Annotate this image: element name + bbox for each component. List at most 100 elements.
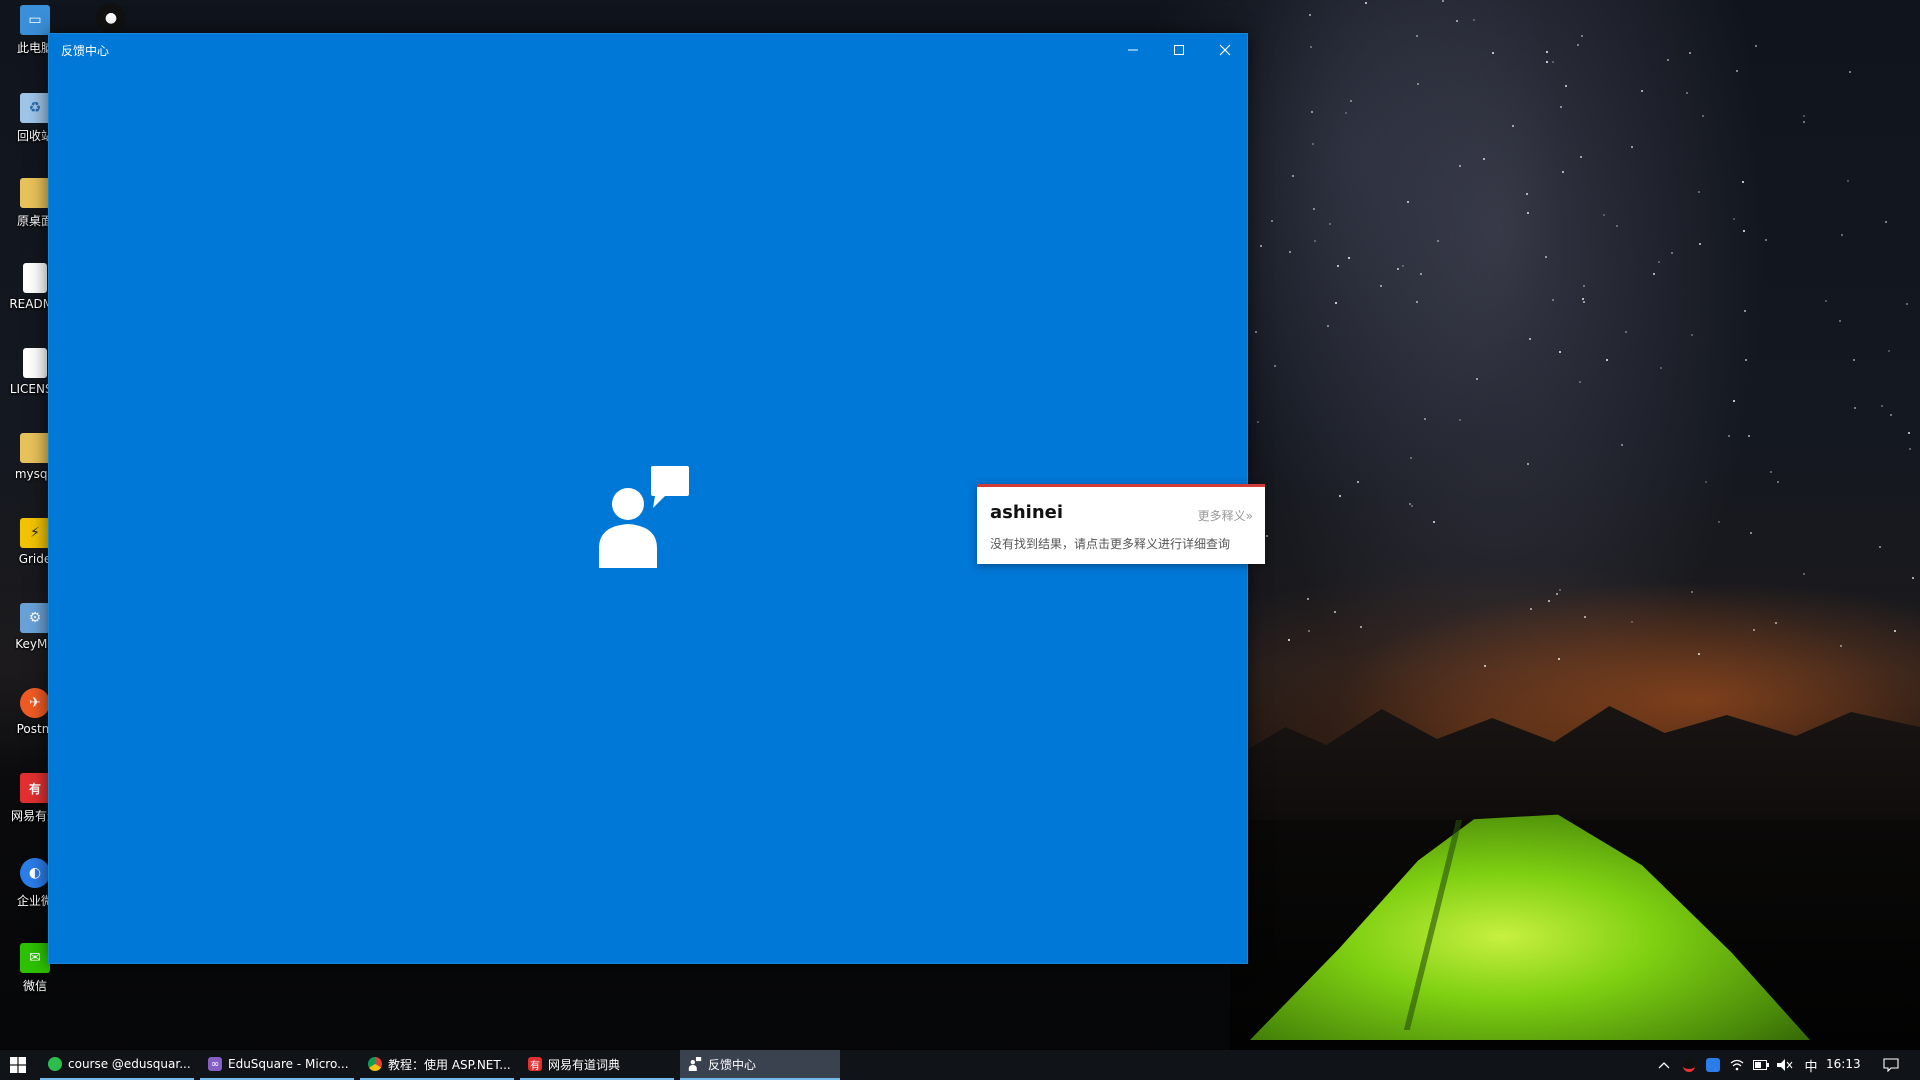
star xyxy=(1313,207,1316,210)
star xyxy=(1397,267,1399,270)
star xyxy=(1666,58,1669,61)
star xyxy=(1338,495,1341,498)
maximize-button[interactable] xyxy=(1156,34,1202,66)
tray-volume[interactable] xyxy=(1774,1050,1796,1080)
star xyxy=(1582,298,1585,301)
star xyxy=(1885,220,1888,223)
star xyxy=(1701,114,1704,117)
star xyxy=(1616,224,1619,227)
minimize-button[interactable] xyxy=(1110,34,1156,66)
notification-icon xyxy=(1883,1058,1899,1072)
action-center-button[interactable] xyxy=(1874,1050,1908,1080)
folder-icon xyxy=(20,178,50,208)
star xyxy=(1442,0,1445,3)
star xyxy=(1698,190,1701,193)
star xyxy=(1526,193,1529,196)
star xyxy=(1769,471,1772,474)
star xyxy=(1690,591,1693,594)
star xyxy=(1765,239,1768,242)
star xyxy=(1556,593,1559,596)
star xyxy=(1630,146,1633,149)
star xyxy=(1274,365,1277,368)
star xyxy=(1582,301,1585,304)
star xyxy=(1476,378,1479,381)
star xyxy=(1624,331,1627,334)
qq-icon xyxy=(1683,1058,1695,1072)
star xyxy=(1416,301,1419,304)
star xyxy=(1582,285,1585,288)
star xyxy=(1558,588,1561,591)
star xyxy=(1911,576,1914,579)
star xyxy=(1560,106,1563,109)
tray-network[interactable] xyxy=(1726,1050,1748,1080)
star xyxy=(1306,597,1309,600)
star xyxy=(1349,100,1352,103)
star xyxy=(1838,320,1841,323)
star xyxy=(1552,61,1555,64)
star xyxy=(1545,256,1548,259)
wecom-icon: ◐ xyxy=(20,858,50,888)
star xyxy=(1621,443,1624,446)
star xyxy=(1257,421,1260,424)
windows-logo-icon xyxy=(10,1057,26,1073)
tray-power[interactable] xyxy=(1750,1050,1772,1080)
app-icon: ⚡ xyxy=(20,518,50,548)
star xyxy=(1552,298,1555,301)
star xyxy=(1348,256,1351,259)
taskbar-item-label: course @edusquar... xyxy=(68,1057,191,1071)
star xyxy=(1326,325,1329,328)
ime-indicator[interactable]: 中 xyxy=(1800,1050,1822,1080)
star xyxy=(1671,252,1674,255)
star xyxy=(1334,611,1337,614)
star xyxy=(1307,629,1310,632)
tray-qq[interactable] xyxy=(1678,1050,1700,1080)
star xyxy=(1415,34,1418,37)
taskbar-item-git[interactable]: course @edusquar... xyxy=(40,1050,194,1080)
window-titlebar[interactable]: 反馈中心 xyxy=(49,34,1247,66)
star xyxy=(1255,331,1258,334)
star xyxy=(1745,358,1748,361)
git-icon xyxy=(48,1057,62,1071)
wifi-icon xyxy=(1730,1059,1744,1071)
star xyxy=(1750,532,1753,535)
volume-muted-icon xyxy=(1777,1059,1793,1071)
star xyxy=(1356,480,1359,483)
more-definitions-link[interactable]: 更多释义» xyxy=(1198,507,1253,524)
dictionary-message: 没有找到结果，请点击更多释义进行详细查询 xyxy=(990,537,1231,551)
star xyxy=(1365,2,1368,5)
star xyxy=(1754,45,1757,48)
taskbar-item-feedback-hub[interactable]: 反馈中心 xyxy=(680,1050,840,1080)
star xyxy=(1420,273,1423,276)
star xyxy=(1407,201,1409,204)
star xyxy=(1311,143,1314,146)
taskbar-item-chrome[interactable]: 教程：使用 ASP.NET... xyxy=(360,1050,514,1080)
tray-app[interactable] xyxy=(1702,1050,1724,1080)
star xyxy=(1578,381,1581,384)
clock[interactable]: 16:13 xyxy=(1826,1057,1861,1071)
document-icon xyxy=(23,348,47,378)
star xyxy=(1270,220,1273,223)
star xyxy=(1802,121,1805,124)
close-button[interactable] xyxy=(1202,34,1248,66)
star xyxy=(1558,351,1561,354)
star xyxy=(1908,431,1911,434)
wechat-icon: ✉ xyxy=(20,943,50,973)
star xyxy=(1482,157,1485,160)
app-icon: ⚙ xyxy=(20,603,50,633)
star xyxy=(1803,573,1806,576)
start-button[interactable] xyxy=(0,1050,36,1080)
star xyxy=(1529,338,1532,341)
feedback-hub-icon xyxy=(688,1057,702,1071)
taskbar-item-visual-studio[interactable]: ∞ EduSquare - Micro... xyxy=(200,1050,354,1080)
star xyxy=(1581,35,1584,38)
show-hidden-icons-button[interactable] xyxy=(1652,1050,1676,1080)
postman-icon: ✈ xyxy=(20,688,50,718)
star xyxy=(1309,46,1312,49)
star xyxy=(1728,434,1731,437)
star xyxy=(1546,60,1549,63)
star xyxy=(1908,448,1911,451)
star xyxy=(1905,303,1908,306)
taskbar-item-youdao[interactable]: 有 网易有道词典 xyxy=(520,1050,674,1080)
star xyxy=(1379,285,1382,288)
dictionary-popup: ashinei 更多释义» 没有找到结果，请点击更多释义进行详细查询 xyxy=(977,484,1265,564)
